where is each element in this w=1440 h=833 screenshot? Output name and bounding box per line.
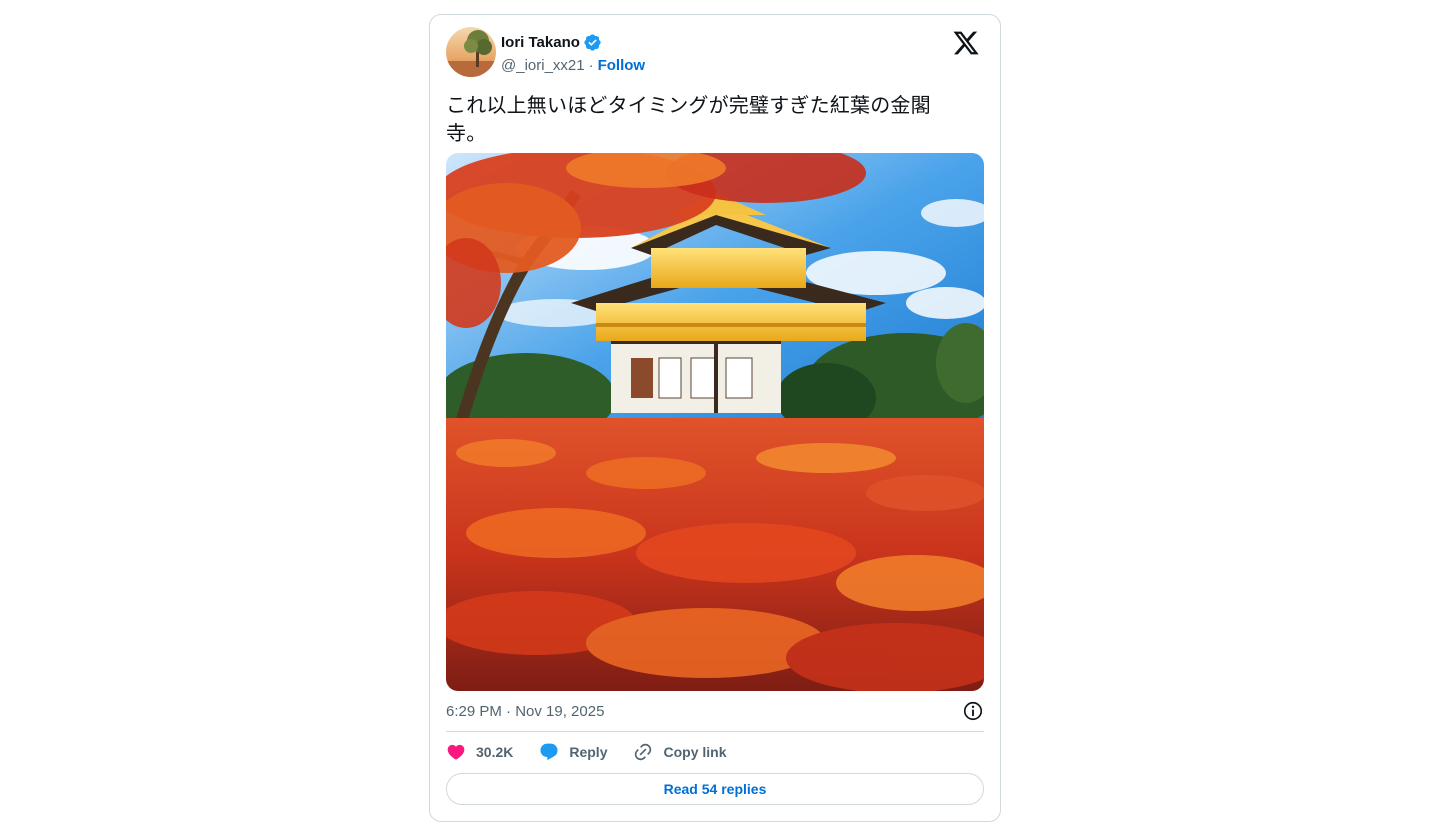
display-name-row: Iori Takano [501,32,645,52]
separator-dot: · [588,56,594,74]
avatar-landscape-icon [446,27,496,77]
author-names: Iori Takano @_iori_xx21 · Follow [501,32,645,75]
read-replies-button[interactable]: Read 54 replies [446,773,984,805]
info-icon[interactable] [962,700,984,722]
link-icon [635,743,652,761]
photo-kinkakuji-autumn [446,153,984,691]
handle-row: @_iori_xx21 · Follow [501,55,645,75]
tweet-timestamp[interactable]: 6:29 PM · Nov 19, 2025 [446,703,604,720]
like-button[interactable]: 30.2K [446,742,513,762]
follow-button[interactable]: Follow [598,57,646,74]
divider [446,731,984,732]
copy-link-button[interactable]: Copy link [633,742,727,762]
embedded-tweet-card: Iori Takano @_iori_xx21 · Follow これ以上無いほ… [429,14,1001,822]
author-handle[interactable]: @_iori_xx21 [501,57,585,74]
tweet-text: これ以上無いほどタイミングが完璧すぎた紅葉の金閣寺。 [446,93,931,145]
copy-link-label: Copy link [663,744,727,760]
reply-bubble-icon [540,743,558,761]
heart-icon [447,744,465,760]
reply-label: Reply [569,744,608,760]
tweet-photo[interactable] [446,153,984,691]
author-display-name[interactable]: Iori Takano [501,34,580,51]
action-bar: 30.2K Reply Copy link [446,741,753,763]
timestamp-row: 6:29 PM · Nov 19, 2025 [446,701,984,721]
avatar[interactable] [446,27,496,77]
tweet-header: Iori Takano @_iori_xx21 · Follow [446,27,984,79]
reply-button[interactable]: Reply [539,742,607,762]
verified-badge-icon [584,33,601,51]
like-count: 30.2K [476,744,514,760]
x-logo-icon[interactable] [952,29,980,57]
